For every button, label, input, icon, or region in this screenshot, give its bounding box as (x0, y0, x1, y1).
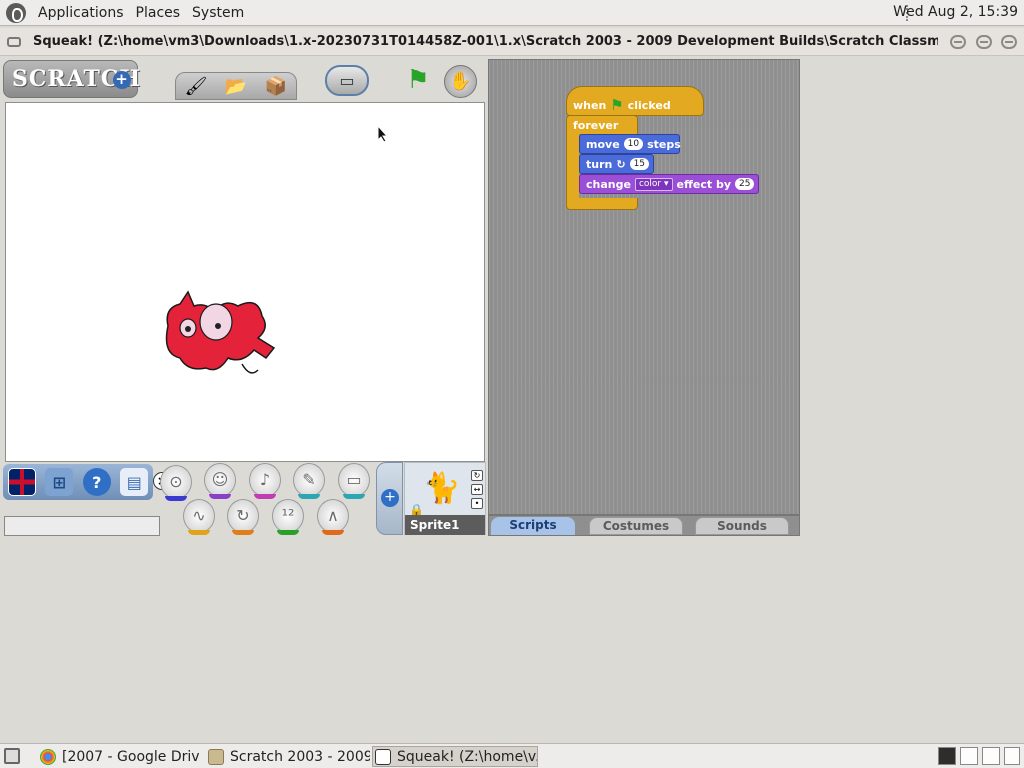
document-icon[interactable]: ▤ (120, 468, 149, 496)
no-rotate-icon[interactable]: • (471, 498, 483, 509)
change-label: change (586, 177, 631, 191)
task-squeak[interactable]: Squeak! (Z:\home\v... (372, 746, 538, 767)
task-label: [2007 - Google Driv... (62, 748, 200, 765)
effect-option: color (638, 178, 662, 189)
category-motion-icon[interactable]: ⊙ (160, 465, 192, 501)
rotate-all-icon[interactable]: ↻ (471, 470, 483, 481)
green-flag-icon: ⚑ (610, 96, 624, 114)
effect-by-label: effect by (676, 177, 731, 191)
category-loop-icon[interactable]: ↻ (227, 499, 259, 535)
forever-label: forever (573, 118, 619, 132)
turn-degrees-input[interactable]: 15 (629, 158, 650, 170)
pane-tabs: Scripts Costumes Sounds (488, 515, 800, 536)
category-numbers-icon[interactable]: ¹² (272, 499, 304, 535)
lower-toolbar: ⊞ ? ▤ (3, 464, 153, 500)
category-looks-icon[interactable]: ☺ (204, 463, 236, 499)
effect-amount-input[interactable]: 25 (735, 178, 755, 190)
scratch-logo[interactable]: SCRATCH + (3, 60, 140, 98)
menu-places[interactable]: Places (130, 5, 187, 21)
move-label: move (586, 137, 620, 151)
change-effect-block[interactable]: change color ▾ effect by 25 (579, 174, 759, 194)
scratch-menu-plus-icon[interactable]: + (113, 71, 131, 89)
category-variables-icon[interactable]: ∧ (317, 499, 349, 535)
forever-block-arm (566, 133, 579, 199)
sprite-name-label[interactable]: Sprite1 (405, 515, 485, 535)
rotate-flip-icon[interactable]: ↔ (471, 484, 483, 495)
show-desktop-icon[interactable] (4, 748, 20, 764)
green-flag-button[interactable]: ⚑ (400, 65, 436, 96)
workspace-3[interactable] (982, 747, 1000, 765)
minimize-button[interactable] (950, 35, 966, 49)
add-sprite-icon[interactable]: + (381, 489, 399, 507)
menu-applications[interactable]: Applications (32, 5, 130, 21)
mouse-pointer-icon (377, 125, 389, 143)
open-folder-icon[interactable]: 📂 (221, 76, 251, 97)
squeak-icon (375, 748, 391, 765)
turn-label: turn (586, 157, 613, 171)
tab-scripts[interactable]: Scripts (491, 517, 575, 535)
stage[interactable] (5, 102, 485, 462)
category-pen-icon[interactable]: ✎ (293, 463, 325, 499)
tab-sounds[interactable]: Sounds (695, 517, 789, 535)
steps-label: steps (647, 137, 681, 151)
move-steps-input[interactable]: 10 (623, 138, 644, 150)
save-package-icon[interactable]: ⊞ (45, 468, 74, 496)
hat-when-label: when (573, 98, 607, 112)
language-flag-icon[interactable] (7, 468, 36, 496)
category-sensing-icon[interactable]: ▭ (338, 463, 370, 499)
when-flag-clicked-block[interactable]: when ⚑ clicked (566, 86, 704, 116)
close-window-button[interactable] (1001, 35, 1017, 49)
cat-sprite[interactable] (158, 288, 278, 380)
effect-dropdown[interactable]: color ▾ (634, 177, 673, 191)
share-box-icon[interactable]: 📦 (261, 76, 291, 97)
workspace-1[interactable] (938, 747, 956, 765)
category-sound-icon[interactable]: ♪ (249, 463, 281, 499)
top-panel: Applications Places System Wed Aug 2, 15… (0, 0, 1024, 26)
forever-block-bottom (566, 198, 638, 210)
workspace-4[interactable] (1004, 747, 1020, 765)
distro-logo-icon[interactable] (6, 2, 26, 23)
chrome-icon (40, 748, 56, 765)
task-scratch-folder[interactable]: Scratch 2003 - 2009... (206, 746, 370, 767)
clock[interactable]: Wed Aug 2, 15:39 (893, 4, 1018, 20)
scratch-app: SCRATCH + 🖌 📂 📦 ▭ ⚑ ✋ ⊞ ? ▤ ⊙ ☺ ♪ ✎ ▭ ∿ … (0, 57, 1024, 743)
workspace-2[interactable] (960, 747, 978, 765)
tool-tabs: 🖌 📂 📦 (175, 72, 297, 100)
taskbar: [2007 - Google Driv... Scratch 2003 - 20… (0, 743, 1024, 768)
stop-button[interactable]: ✋ (444, 65, 477, 98)
help-icon[interactable]: ? (82, 468, 111, 496)
maximize-button[interactable] (976, 35, 992, 49)
scripts-pane[interactable]: when ⚑ clicked forever move 10 steps tur… (488, 59, 800, 515)
turn-degrees-block[interactable]: turn ↻ 15 (579, 154, 654, 174)
new-sprite-bar: + (376, 462, 403, 535)
presentation-mode-button[interactable]: ▭ (325, 65, 369, 96)
task-label: Squeak! (Z:\home\v... (397, 748, 538, 765)
move-steps-block[interactable]: move 10 steps (579, 134, 681, 154)
hat-clicked-label: clicked (627, 98, 671, 112)
menu-system[interactable]: System (186, 5, 250, 21)
sprite-cat-icon: 🐈 (423, 471, 461, 506)
task-google-drive[interactable]: [2007 - Google Driv... (38, 746, 200, 767)
paint-brush-icon[interactable]: 🖌 (181, 76, 211, 97)
turn-right-icon: ↻ (616, 157, 626, 171)
search-input[interactable] (4, 516, 160, 536)
window-title: Squeak! (Z:\home\vm3\Downloads\1.x-20230… (33, 34, 938, 49)
window-menu-icon[interactable] (7, 36, 21, 47)
category-control-icon[interactable]: ∿ (183, 499, 215, 535)
forever-block[interactable]: forever (566, 115, 638, 134)
folder-icon (208, 748, 224, 765)
task-label: Scratch 2003 - 2009... (230, 748, 370, 765)
window-titlebar[interactable]: Squeak! (Z:\home\vm3\Downloads\1.x-20230… (0, 28, 1024, 56)
tab-costumes[interactable]: Costumes (589, 517, 683, 535)
